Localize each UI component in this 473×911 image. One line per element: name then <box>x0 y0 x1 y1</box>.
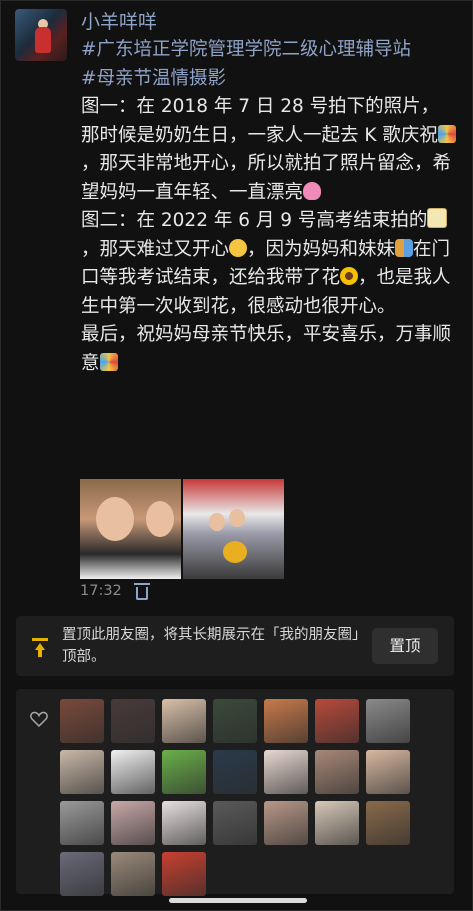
liker-avatar[interactable] <box>213 801 257 845</box>
liker-avatar[interactable] <box>366 801 410 845</box>
liker-avatar[interactable] <box>162 852 206 896</box>
liker-avatar[interactable] <box>111 699 155 743</box>
liker-avatar[interactable] <box>111 852 155 896</box>
liker-avatar[interactable] <box>315 699 359 743</box>
liker-avatar[interactable] <box>162 801 206 845</box>
liker-avatar[interactable] <box>60 852 104 896</box>
screen: 小羊咩咩 #广东培正学院管理学院二级心理辅导站 #母亲节温情摄影 图一：在 20… <box>0 0 473 911</box>
hashtag-1[interactable]: #广东培正学院管理学院二级心理辅导站 <box>81 36 456 65</box>
sunflower-icon <box>340 267 359 285</box>
liker-avatar[interactable] <box>111 801 155 845</box>
paragraph-2: 图二：在 2022 年 6 月 9 号高考结束拍的，那天难过又开心 ，因为妈妈和妹… <box>81 208 451 317</box>
post-text: #广东培正学院管理学院二级心理辅导站 #母亲节温情摄影 图一：在 2018 年 … <box>81 36 456 378</box>
home-indicator[interactable] <box>169 898 307 903</box>
delete-icon[interactable] <box>134 583 150 600</box>
liker-avatar[interactable] <box>315 801 359 845</box>
liker-avatar[interactable] <box>366 699 410 743</box>
liker-avatar[interactable] <box>162 750 206 794</box>
paragraph-1: 图一：在 2018 年 7 日 28 号拍下的照片，那时候是奶奶生日，一家人一起… <box>81 93 456 207</box>
liker-avatar[interactable] <box>60 801 104 845</box>
liker-avatar[interactable] <box>162 699 206 743</box>
liker-avatar[interactable] <box>264 750 308 794</box>
pin-top-icon <box>32 638 48 658</box>
liker-avatar[interactable] <box>213 699 257 743</box>
pin-button[interactable]: 置顶 <box>372 628 438 664</box>
paragraph-3: 最后，祝妈妈母亲节快乐，平安喜乐，万事顺意 <box>81 324 452 374</box>
liker-avatar[interactable] <box>111 750 155 794</box>
liker-avatar[interactable] <box>213 750 257 794</box>
party-popper-icon <box>99 352 118 371</box>
liker-avatar[interactable] <box>264 801 308 845</box>
pin-banner: 置顶此朋友圈，将其长期展示在「我的朋友圈」顶部。 置顶 <box>16 616 454 676</box>
liker-avatar[interactable] <box>264 699 308 743</box>
likes-panel <box>16 689 454 896</box>
face-icon <box>229 238 248 257</box>
liker-avatar[interactable] <box>366 750 410 794</box>
photo-1[interactable] <box>80 479 181 579</box>
username[interactable]: 小羊咩咩 <box>81 7 157 34</box>
heart-outline-icon[interactable] <box>30 711 48 727</box>
party-popper-icon <box>437 124 456 143</box>
people-holding-hands-icon <box>395 238 414 257</box>
hashtag-2[interactable]: #母亲节温情摄影 <box>81 65 456 94</box>
avatar[interactable] <box>15 9 67 61</box>
memo-icon <box>427 208 448 228</box>
pin-description: 置顶此朋友圈，将其长期展示在「我的朋友圈」顶部。 <box>62 627 360 665</box>
pink-heart-icon <box>303 181 322 200</box>
liker-avatar[interactable] <box>60 699 104 743</box>
liker-avatar[interactable] <box>315 750 359 794</box>
liker-avatar[interactable] <box>60 750 104 794</box>
post-time: 17:32 <box>80 583 122 599</box>
photo-2[interactable] <box>183 479 284 579</box>
